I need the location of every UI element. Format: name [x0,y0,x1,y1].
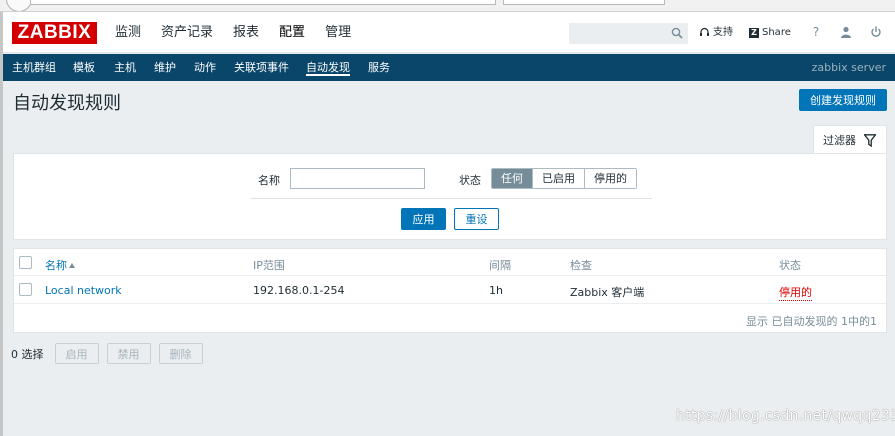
submenu-services[interactable]: 服务 [368,54,390,81]
column-status-header: 状态 [779,259,801,272]
filter-name-label: 名称 [258,174,280,187]
submenu-correlation[interactable]: 关联项事件 [234,54,289,81]
user-icon[interactable] [839,25,853,39]
column-name-label[interactable]: 名称 [45,259,67,272]
submenu-maintenance[interactable]: 维护 [154,54,176,81]
share-z-icon: Z [749,27,759,38]
rule-status-toggle[interactable]: 停用的 [779,284,812,301]
submenu-actions[interactable]: 动作 [194,54,216,81]
column-checks-header: 检查 [570,259,592,272]
filter-status-label: 状态 [459,174,481,187]
zabbix-logo[interactable]: ZABBIX [12,22,97,44]
top-header: ZABBIX 监测 资产记录 报表 配置 管理 支持 Z Share ? [3,12,895,53]
filter-name-input[interactable] [290,168,425,189]
headset-icon [700,27,709,36]
browser-chrome [0,0,895,12]
funnel-icon [864,133,876,147]
table-header-row: 名称 IP范围 间隔 检查 状态 [14,249,886,276]
status-segmented-control: 任何 已启用 停用的 [491,168,637,189]
page-title: 自动发现规则 [13,93,121,114]
search-icon[interactable] [671,27,683,39]
filter-tab-label: 过滤器 [823,134,856,147]
filter-tab[interactable]: 过滤器 [813,125,887,154]
rule-interval: 1h [489,284,503,297]
create-discovery-rule-button[interactable]: 创建发现规则 [799,89,887,111]
menu-reports[interactable]: 报表 [233,12,259,53]
column-ip-range-header: IP范围 [253,259,285,272]
select-all-checkbox[interactable] [19,256,32,269]
status-option-any[interactable]: 任何 [492,169,533,188]
column-interval-header: 间隔 [489,259,511,272]
support-label: 支持 [713,27,733,38]
menu-inventory[interactable]: 资产记录 [161,12,213,53]
status-option-enabled[interactable]: 已启用 [533,169,585,188]
column-name-header[interactable]: 名称 [45,257,75,273]
bulk-actions-bar: 0 选择 启用 禁用 删除 [11,343,211,364]
table-footer-count: 显示 已自动发现的 1中的1 [746,315,877,328]
menu-administration[interactable]: 管理 [325,12,351,53]
table-row: Local network 192.168.0.1-254 1h Zabbix … [14,276,886,304]
power-icon[interactable] [869,25,883,39]
reset-button[interactable]: 重设 [454,208,499,230]
menu-configuration[interactable]: 配置 [279,12,305,53]
question-mark-icon[interactable]: ? [809,25,823,39]
submenu-discovery[interactable]: 自动发现 [306,54,350,81]
share-label: Share [762,27,791,38]
rule-name-link[interactable]: Local network [45,284,122,297]
browser-search-bar[interactable] [503,0,665,5]
filter-panel: 名称 状态 任何 已启用 停用的 应用 重设 [13,153,887,240]
status-option-disabled[interactable]: 停用的 [585,169,636,188]
rule-ip-range: 192.168.0.1-254 [253,284,345,297]
server-name: zabbix server [811,61,886,74]
rule-checks: Zabbix 客户端 [570,286,645,299]
filter-divider [250,198,652,199]
submenu-templates[interactable]: 模板 [73,54,95,81]
submenu-host-groups[interactable]: 主机群组 [12,54,56,81]
support-link[interactable]: 支持 [699,12,733,53]
main-menu: 监测 资产记录 报表 配置 管理 [115,12,371,53]
menu-monitoring[interactable]: 监测 [115,12,141,53]
row-checkbox[interactable] [19,283,32,296]
selected-count: 0 选择 [11,347,44,361]
sub-menu: 主机群组 模板 主机 维护 动作 关联项事件 自动发现 服务 zabbix se… [3,54,895,81]
discovery-rules-table: 名称 IP范围 间隔 检查 状态 Local network 192.168.0… [13,248,887,333]
sort-asc-icon [69,263,75,268]
bulk-disable-button[interactable]: 禁用 [106,343,151,364]
bulk-enable-button[interactable]: 启用 [54,343,99,364]
search-input[interactable] [569,23,688,44]
apply-button[interactable]: 应用 [401,208,446,230]
share-link[interactable]: Z Share [749,12,791,53]
watermark: https://blog.csdn.net/qwqq233 [676,408,895,424]
browser-button[interactable] [6,0,32,11]
browser-address-bar[interactable] [30,0,496,5]
submenu-hosts[interactable]: 主机 [114,54,136,81]
bulk-delete-button[interactable]: 删除 [158,343,203,364]
